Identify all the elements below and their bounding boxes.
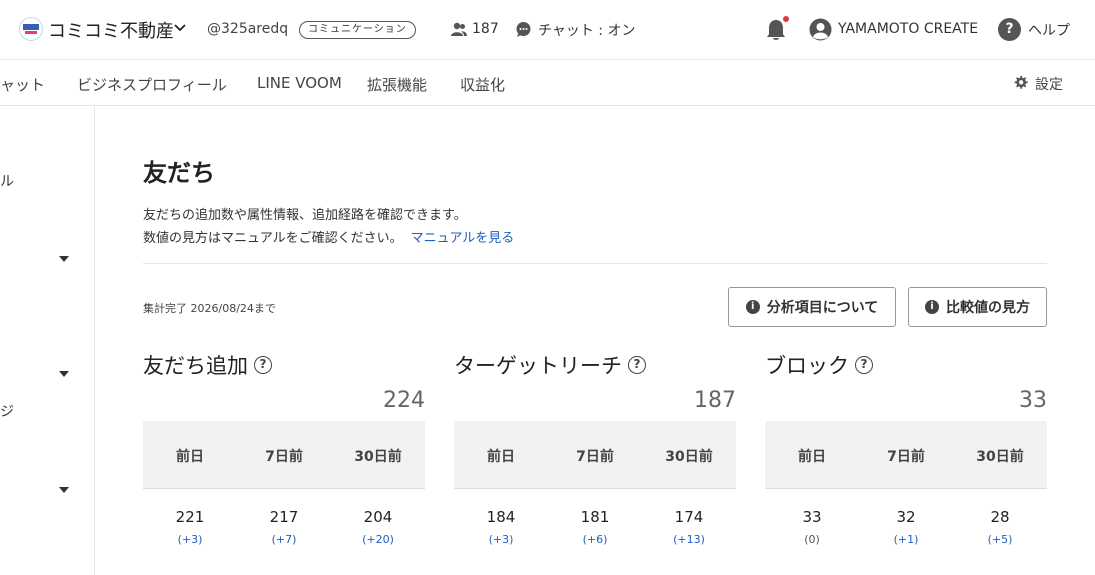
sidebar-item-label[interactable]: ジ — [0, 401, 14, 421]
description-text: 数値の見方はマニュアルをご確認ください。 — [143, 231, 403, 246]
stat-value: 221 — [175, 508, 205, 526]
stat-value: 217 — [269, 508, 299, 526]
column-header: 7日前 — [265, 449, 303, 465]
caret-down-icon[interactable] — [59, 256, 69, 262]
card-total: 33 — [1019, 388, 1047, 413]
column-header: 30日前 — [665, 449, 713, 465]
sidebar: ル ジ — [0, 107, 95, 575]
column-header: 30日前 — [354, 449, 402, 465]
column-header: 7日前 — [576, 449, 614, 465]
question-icon[interactable]: ? — [628, 356, 646, 374]
stat-value: 33 — [802, 508, 822, 526]
column-header: 前日 — [798, 449, 826, 465]
settings-link[interactable]: 設定 — [1035, 74, 1063, 94]
stat-card-blocks: ブロック? 33 前日 7日前 30日前 33 32 28 (0) (+1) (… — [765, 350, 1047, 575]
stat-diff: (+20) — [362, 533, 394, 546]
plan-badge: コミュニケーション — [299, 21, 416, 39]
chevron-down-icon[interactable] — [173, 21, 187, 35]
top-bar: コミコミ不動産 @325aredq コミュニケーション 187 チャット : オ… — [0, 0, 1095, 60]
nav-item-line-voom[interactable]: LINE VOOM — [257, 74, 342, 92]
about-metrics-label: 分析項目について — [766, 300, 879, 316]
help-icon[interactable]: ? — [998, 18, 1021, 41]
column-header: 前日 — [487, 449, 515, 465]
user-name[interactable]: YAMAMOTO CREATE — [838, 21, 978, 37]
card-table-header: 前日 7日前 30日前 — [454, 421, 736, 489]
help-link[interactable]: ヘルプ — [1028, 20, 1070, 40]
stat-diff: (+6) — [582, 533, 608, 546]
stat-value: 204 — [363, 508, 393, 526]
stat-diff: (+7) — [271, 533, 297, 546]
stat-diff: (+1) — [893, 533, 919, 546]
card-table-header: 前日 7日前 30日前 — [765, 421, 1047, 489]
stat-diff: (+3) — [488, 533, 514, 546]
stat-value: 32 — [896, 508, 916, 526]
nav-item-monetization[interactable]: 収益化 — [460, 74, 505, 95]
aggregation-date: 集計完了 2026/08/24まで — [143, 302, 276, 315]
column-header: 前日 — [176, 449, 204, 465]
gear-icon[interactable] — [1013, 75, 1028, 90]
info-icon: i — [925, 300, 939, 314]
nav-item-chat[interactable]: ャット — [0, 74, 45, 95]
card-total: 187 — [694, 388, 736, 413]
friends-count: 187 — [472, 21, 499, 37]
card-title-text: ターゲットリーチ — [454, 354, 622, 378]
account-name[interactable]: コミコミ不動産 — [48, 17, 174, 43]
page-title: 友だち — [143, 159, 215, 187]
stat-value: 28 — [990, 508, 1010, 526]
comparison-guide-button[interactable]: i 比較値の見方 — [908, 287, 1047, 327]
question-icon[interactable]: ? — [855, 356, 873, 374]
column-header: 30日前 — [976, 449, 1024, 465]
question-icon[interactable]: ? — [254, 356, 272, 374]
stat-diff: (0) — [804, 533, 820, 546]
chat-status[interactable]: チャット : オン — [538, 20, 635, 40]
page-description-2: 数値の見方はマニュアルをご確認ください。 マニュアルを見る — [143, 227, 514, 246]
main-nav: ャット ビジネスプロフィール LINE VOOM 拡張機能 収益化 設定 — [0, 61, 1095, 106]
card-title-text: 友だち追加 — [143, 354, 248, 378]
column-header: 7日前 — [887, 449, 925, 465]
about-metrics-button[interactable]: i 分析項目について — [728, 287, 896, 327]
stat-diff: (+13) — [673, 533, 705, 546]
caret-down-icon[interactable] — [59, 487, 69, 493]
info-icon: i — [745, 300, 760, 314]
comparison-guide-label: 比較値の見方 — [946, 300, 1030, 316]
account-id: @325aredq — [207, 21, 289, 37]
stat-card-friends-added: 友だち追加? 224 前日 7日前 30日前 221 217 204 (+3) … — [143, 350, 425, 575]
page-description: 友だちの追加数や属性情報、追加経路を確認できます。 — [143, 208, 467, 223]
sidebar-item-label[interactable]: ル — [0, 171, 14, 191]
stat-diff: (+3) — [177, 533, 203, 546]
card-title: ターゲットリーチ? — [454, 350, 646, 380]
card-title: 友だち追加? — [143, 350, 272, 380]
stat-value: 181 — [580, 508, 610, 526]
nav-item-extensions[interactable]: 拡張機能 — [367, 74, 427, 95]
caret-down-icon[interactable] — [59, 371, 69, 377]
friends-icon — [451, 22, 467, 36]
stat-diff: (+5) — [987, 533, 1013, 546]
notification-dot — [782, 15, 790, 23]
card-total: 224 — [383, 388, 425, 413]
stat-value: 174 — [674, 508, 704, 526]
divider — [143, 263, 1047, 264]
card-title: ブロック? — [765, 350, 873, 380]
stat-card-target-reach: ターゲットリーチ? 187 前日 7日前 30日前 184 181 174 (+… — [454, 350, 736, 575]
chat-icon — [516, 22, 531, 37]
nav-item-business-profile[interactable]: ビジネスプロフィール — [77, 74, 227, 95]
account-logo[interactable] — [19, 17, 43, 41]
card-title-text: ブロック — [765, 354, 849, 378]
manual-link[interactable]: マニュアルを見る — [411, 231, 515, 246]
card-table-header: 前日 7日前 30日前 — [143, 421, 425, 489]
stat-value: 184 — [486, 508, 516, 526]
user-avatar-icon[interactable] — [809, 18, 832, 41]
